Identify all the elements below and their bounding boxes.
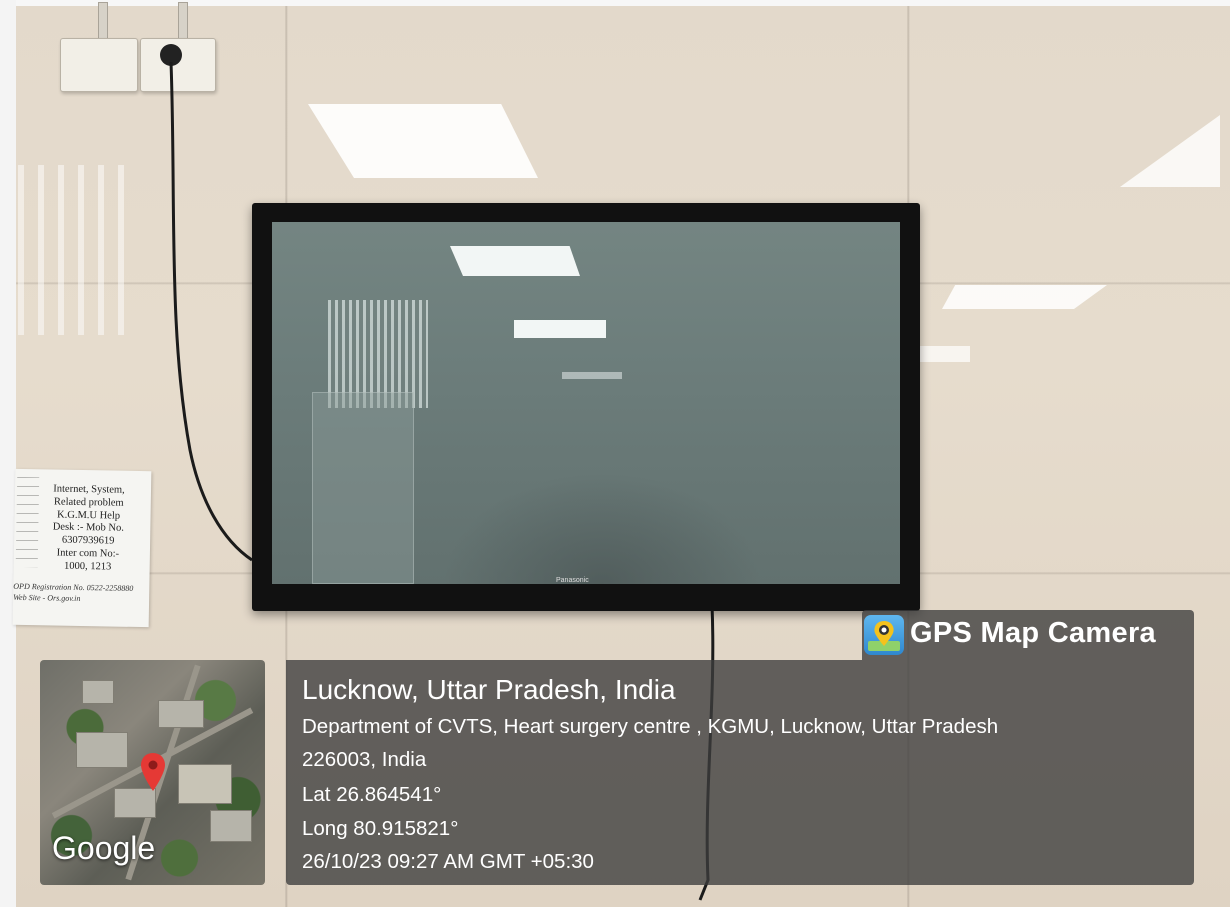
map-building: [178, 764, 232, 804]
help-desk-notice: Internet, System, Related problem K.G.M.…: [12, 468, 154, 628]
satellite-map-thumbnail: Google: [40, 660, 265, 885]
map-building: [76, 732, 128, 768]
address-line: Department of CVTS, Heart surgery centre…: [302, 715, 999, 738]
map-building: [210, 810, 252, 842]
map-marker-icon: [141, 753, 165, 791]
map-building: [82, 680, 114, 704]
notice-text: Internet, System, Related problem K.G.M.…: [24, 483, 154, 575]
photo: Panasonic Internet, System, Related prob…: [0, 0, 1230, 907]
location-title: Lucknow, Uttar Pradesh, India: [302, 674, 676, 705]
latitude-readout: Lat 26.864541°: [302, 783, 442, 806]
screen-reflection: [514, 320, 606, 338]
tv-brand: Panasonic: [556, 577, 589, 584]
map-provider-logo: Google: [52, 830, 156, 866]
notice-line: 1000, 1213: [63, 560, 112, 573]
timestamp: 26/10/23 09:27 AM GMT +05:30: [302, 850, 594, 873]
longitude-readout: Long 80.915821°: [302, 817, 459, 840]
tv-screen: [272, 222, 900, 584]
map-building: [114, 788, 156, 818]
map-pin-icon: [864, 615, 904, 655]
notice-handwritten-line: Web Site - Ors.gov.in: [13, 592, 81, 603]
screen-reflection-cabinet: [312, 392, 414, 584]
address-line: 226003, India: [302, 748, 427, 771]
map-building: [158, 700, 204, 728]
screen-reflection: [562, 372, 622, 379]
app-name: GPS Map Camera: [910, 617, 1156, 649]
screen-reflection-people: [442, 472, 762, 584]
screen-reflection: [450, 246, 580, 276]
notice-handwritten: OPD Registration No. 0522-2258880 Web Si…: [13, 581, 133, 605]
